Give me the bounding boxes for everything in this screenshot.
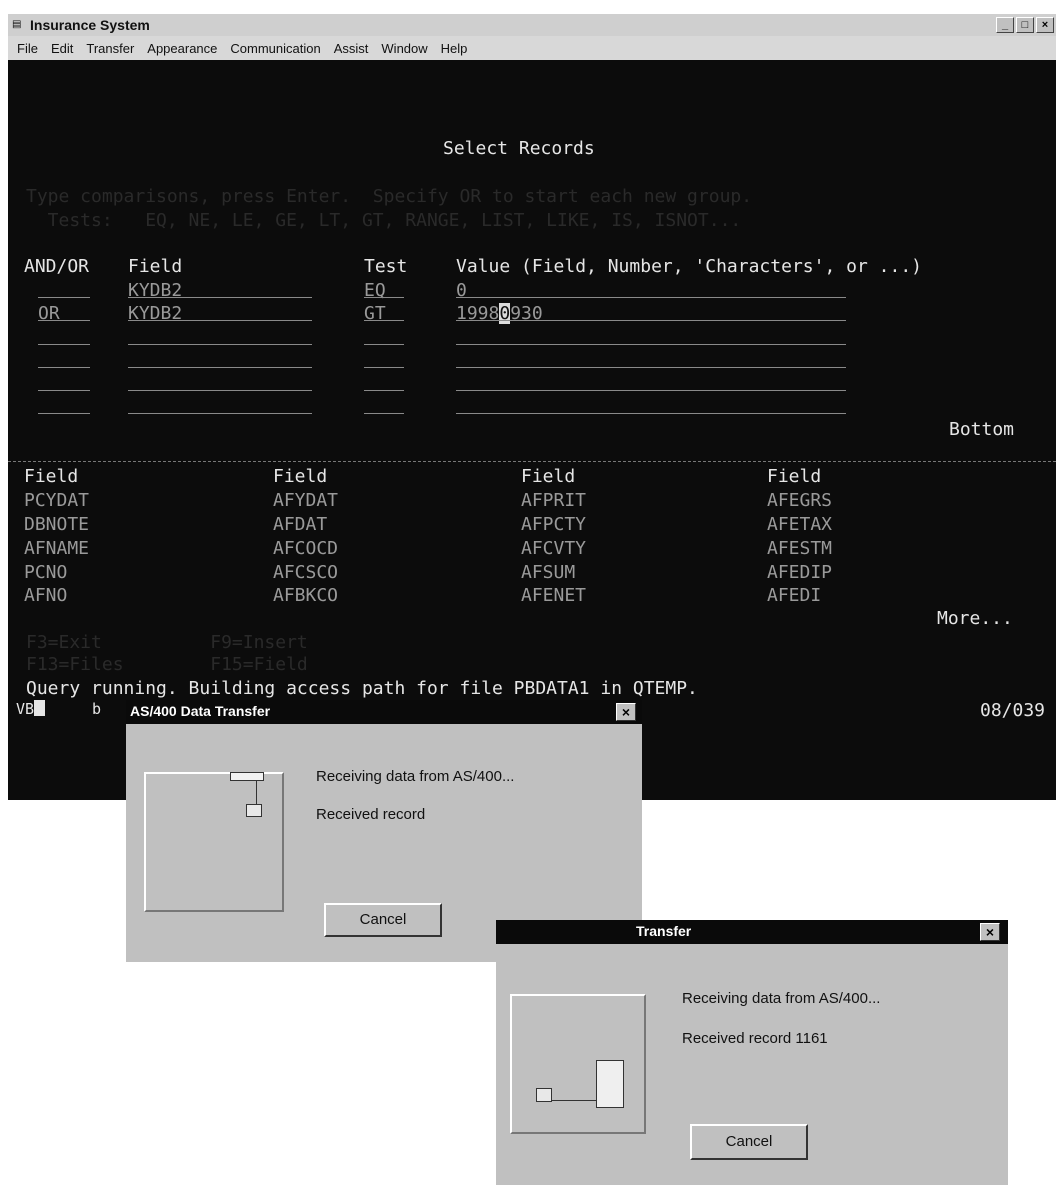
column-header-andor: AND/OR xyxy=(24,256,90,277)
field-list-item: AFEGRS xyxy=(767,490,833,511)
row3-field-input[interactable] xyxy=(128,344,312,345)
instructions-line-2: Tests: EQ, NE, LE, GE, LT, GT, RANGE, LI… xyxy=(26,210,742,231)
field-list-item: AFPCTY xyxy=(521,514,587,535)
function-keys-line-2: F13=Files F15=Field xyxy=(26,654,308,675)
field-list-item: AFCSCO xyxy=(273,562,339,583)
field-list-item: AFESTM xyxy=(767,538,833,559)
field-list-item: AFEDI xyxy=(767,585,822,606)
menu-assist[interactable]: Assist xyxy=(334,41,369,56)
data-transfer-dialog-2: Transfer × Receiving data from AS/400...… xyxy=(496,920,1008,1185)
row4-test-input[interactable] xyxy=(364,367,404,368)
maximize-button[interactable]: □ xyxy=(1016,17,1034,33)
row4-andor-input[interactable] xyxy=(38,367,90,368)
row5-field-input[interactable] xyxy=(128,390,312,391)
dialog-status-line: Receiving data from AS/400... xyxy=(682,990,881,1007)
cursor-position: 08/039 xyxy=(980,700,1046,721)
row3-andor-input[interactable] xyxy=(38,344,90,345)
more-indicator: More... xyxy=(937,608,1013,629)
field-list-item: AFDAT xyxy=(273,514,328,535)
status-vb-text: VB xyxy=(16,700,35,718)
function-keys-line-1: F3=Exit F9=Insert xyxy=(26,632,308,653)
menu-communication[interactable]: Communication xyxy=(230,41,320,56)
row6-value-input[interactable] xyxy=(456,413,846,414)
row3-test-input[interactable] xyxy=(364,344,404,345)
row5-value-input[interactable] xyxy=(456,390,846,391)
field-list-item: PCNO xyxy=(24,562,68,583)
status-indicator-b: b xyxy=(92,700,102,718)
row5-andor-input[interactable] xyxy=(38,390,90,391)
field-list-item: AFETAX xyxy=(767,514,833,535)
computer-icon xyxy=(246,804,262,817)
menu-help[interactable]: Help xyxy=(441,41,468,56)
field-list-item: AFSUM xyxy=(521,562,576,583)
instructions-line-1: Type comparisons, press Enter. Specify O… xyxy=(26,186,753,207)
column-header-field: Field xyxy=(128,256,183,277)
field-list-header-3: Field xyxy=(521,466,576,487)
field-list-item: AFNAME xyxy=(24,538,90,559)
field-list-item: AFYDAT xyxy=(273,490,339,511)
row6-andor-input[interactable] xyxy=(38,413,90,414)
field-list-item: AFNO xyxy=(24,585,68,606)
row6-test-input[interactable] xyxy=(364,413,404,414)
field-list-header-2: Field xyxy=(273,466,328,487)
field-list-item: AFBKCO xyxy=(273,585,339,606)
bottom-indicator: Bottom xyxy=(949,419,1015,440)
row4-field-input[interactable] xyxy=(128,367,312,368)
row6-field-input[interactable] xyxy=(128,413,312,414)
app-icon: ▤ xyxy=(12,19,22,30)
dialog-record-line: Received record 1161 xyxy=(682,1030,828,1047)
status-message: Query running. Building access path for … xyxy=(26,678,698,699)
screen-heading: Select Records xyxy=(443,138,595,159)
minimize-button[interactable]: _ xyxy=(996,17,1014,33)
menu-window[interactable]: Window xyxy=(381,41,427,56)
menu-transfer[interactable]: Transfer xyxy=(86,41,134,56)
field-list-item: PCYDAT xyxy=(24,490,90,511)
menu-file[interactable]: File xyxy=(17,41,38,56)
dialog-close-button[interactable]: × xyxy=(980,923,1000,941)
transfer-animation xyxy=(144,772,284,912)
field-list-item: AFCVTY xyxy=(521,538,587,559)
field-list-header-4: Field xyxy=(767,466,822,487)
column-header-value: Value (Field, Number, 'Characters', or .… xyxy=(456,256,922,277)
dialog-title: AS/400 Data Transfer xyxy=(130,703,271,719)
server-icon xyxy=(596,1060,624,1108)
column-header-test: Test xyxy=(364,256,408,277)
window-controls: _ □ × xyxy=(996,17,1054,33)
terminal-screen: Select Records Type comparisons, press E… xyxy=(8,60,1056,800)
field-list-item: AFENET xyxy=(521,585,587,606)
dialog-close-button[interactable]: × xyxy=(616,703,636,721)
computer-icon xyxy=(536,1088,552,1102)
cancel-button[interactable]: Cancel xyxy=(324,903,442,937)
field-list-item: AFCOCD xyxy=(273,538,339,559)
server-icon xyxy=(230,772,264,781)
dialog-record-line: Received record xyxy=(316,806,426,823)
field-list-item: AFEDIP xyxy=(767,562,833,583)
row3-value-input[interactable] xyxy=(456,344,846,345)
row4-value-input[interactable] xyxy=(456,367,846,368)
field-list-item: AFPRIT xyxy=(521,490,587,511)
menu-bar: File Edit Transfer Appearance Communicat… xyxy=(8,36,1056,60)
window-title: Insurance System xyxy=(30,17,150,33)
cancel-button[interactable]: Cancel xyxy=(690,1124,808,1160)
row5-test-input[interactable] xyxy=(364,390,404,391)
dialog-title-bar: AS/400 Data Transfer × xyxy=(126,700,642,724)
emulator-window: ▤ Insurance System _ □ × File Edit Trans… xyxy=(8,14,1056,800)
transfer-animation xyxy=(510,994,646,1134)
status-block xyxy=(34,700,46,716)
dialog-title-bar: Transfer × xyxy=(496,920,1008,944)
field-list-item: DBNOTE xyxy=(24,514,90,535)
close-button[interactable]: × xyxy=(1036,17,1054,33)
field-list-header-1: Field xyxy=(24,466,79,487)
title-bar: ▤ Insurance System _ □ × xyxy=(8,14,1056,36)
dialog-status-line: Receiving data from AS/400... xyxy=(316,768,515,785)
menu-edit[interactable]: Edit xyxy=(51,41,73,56)
dialog-title: Transfer xyxy=(636,923,692,939)
status-indicator-vb: VB xyxy=(16,700,46,718)
section-divider xyxy=(8,461,1056,462)
menu-appearance[interactable]: Appearance xyxy=(147,41,217,56)
